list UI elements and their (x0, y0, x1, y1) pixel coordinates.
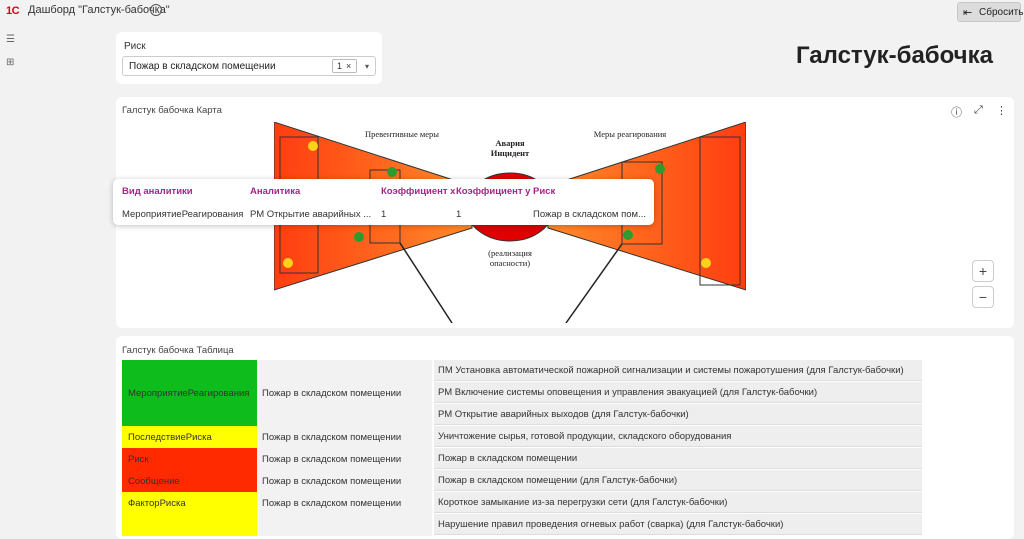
tooltip-value: РМ Открытие аварийных ... (250, 209, 372, 220)
risk-filter-label: Риск (124, 41, 146, 52)
risk-cell (257, 360, 432, 382)
category-cell: МероприятиеРеагирования (122, 382, 257, 426)
risk-cell: Пожар в складском помещении (257, 382, 432, 426)
yellow-marker[interactable] (308, 141, 318, 151)
page-title: Галстук-бабочка (796, 42, 993, 69)
category-cell: ФакторРиска (122, 492, 257, 536)
item-cell: Короткое замыкание из-за перегрузки сети… (434, 492, 922, 513)
category-cell: ПоследствиеРиска (122, 426, 257, 448)
risk-filter-card: Риск Пожар в складском помещении 1 × ▾ (116, 32, 382, 84)
table-row: ФакторРиска Пожар в складском помещении … (122, 492, 922, 536)
reset-button-label: Сбросить (979, 7, 1024, 18)
risk-cell: Пожар в складском помещении (257, 470, 432, 492)
item-cell: Пожар в складском помещении (434, 448, 922, 469)
green-marker[interactable] (623, 230, 633, 240)
reset-button[interactable]: ⇤ Сбросить (957, 2, 1024, 22)
selected-count-chip[interactable]: 1 × (332, 59, 357, 73)
clear-icon[interactable]: × (346, 61, 351, 71)
item-cell: РМ Включение системы оповещения и управл… (434, 382, 922, 403)
list-icon[interactable]: ☰ (6, 34, 15, 45)
tooltip-header: Аналитика (250, 186, 301, 197)
accident-label: Авария (495, 138, 525, 148)
realization-label: опасности) (490, 258, 530, 268)
tooltip-header: Риск (533, 186, 556, 197)
selected-count: 1 (337, 61, 343, 71)
green-marker[interactable] (387, 167, 397, 177)
table-row: МероприятиеРеагирования Пожар в складско… (122, 382, 922, 426)
app-logo: 1С (6, 5, 20, 17)
table-row: ПоследствиеРиска Пожар в складском помещ… (122, 426, 922, 448)
tooltip-header: Коэффициент y (456, 186, 531, 197)
green-marker[interactable] (354, 232, 364, 242)
tooltip-header: Коэффициент x (381, 186, 456, 197)
category-cell: Риск (122, 448, 257, 470)
expand-icon[interactable]: ⤢ (974, 104, 983, 117)
category-cell: Сообщение (122, 470, 257, 492)
item-cell: Уничтожение сырья, готовой продукции, ск… (434, 426, 922, 447)
yellow-marker[interactable] (283, 258, 293, 268)
risk-cell: Пожар в складском помещении (257, 448, 432, 470)
risk-select-value: Пожар в складском помещении (129, 61, 276, 72)
risk-cell: Пожар в складском помещении (257, 492, 432, 536)
response-label: Меры реагирования (594, 129, 667, 139)
marker-tooltip: Вид аналитики Аналитика Коэффициент x Ко… (113, 179, 654, 225)
yellow-marker[interactable] (701, 258, 711, 268)
bowtie-diagram: Превентивные меры Авария Инцидент Меры р… (273, 121, 747, 328)
risk-cell: Пожар в складском помещении (257, 426, 432, 448)
item-cell: ПМ Установка автоматической пожарной сиг… (434, 360, 922, 381)
item-cell: Нарушение правил проведения огневых рабо… (434, 514, 922, 535)
zoom-out-button[interactable]: − (972, 286, 994, 308)
bowtie-table-card: Галстук бабочка Таблица ПМ Установка авт… (116, 336, 1014, 539)
info-icon[interactable]: ⓘ (951, 104, 962, 120)
item-cell: Пожар в складском помещении (для Галстук… (434, 470, 922, 491)
map-title: Галстук бабочка Карта (122, 105, 222, 116)
green-marker[interactable] (655, 164, 665, 174)
tooltip-value: 1 (456, 209, 462, 220)
realization-label: (реализация (488, 248, 532, 258)
reset-arrow-icon: ⇤ (963, 7, 973, 19)
tooltip-header: Вид аналитики (122, 186, 193, 197)
app-title: Дашборд "Галстук-бабочка" (28, 4, 170, 16)
incident-label: Инцидент (491, 148, 530, 158)
risk-select[interactable]: Пожар в складском помещении 1 × ▾ (122, 56, 376, 76)
more-icon[interactable]: ⋮ (996, 104, 1007, 117)
tooltip-value: МероприятиеРеагирования (122, 209, 244, 220)
table-row: Сообщение Пожар в складском помещении По… (122, 470, 922, 492)
category-cell (122, 360, 257, 382)
info-icon[interactable]: i (150, 4, 162, 16)
top-bar: 1С Дашборд "Галстук-бабочка" i ⇤ Сбросит… (0, 0, 1024, 22)
chevron-down-icon[interactable]: ▾ (365, 62, 369, 71)
dashboard-icon[interactable]: ⊞ (6, 57, 14, 68)
preventive-label: Превентивные меры (365, 129, 439, 139)
tooltip-value: Пожар в складском пом... (533, 209, 646, 220)
table-row: ПМ Установка автоматической пожарной сиг… (122, 360, 922, 382)
item-cell: РМ Открытие аварийных выходов (для Галст… (434, 404, 922, 425)
tooltip-value: 1 (381, 209, 387, 220)
table-row: Риск Пожар в складском помещении Пожар в… (122, 448, 922, 470)
table-title: Галстук бабочка Таблица (122, 345, 234, 356)
zoom-in-button[interactable]: + (972, 260, 994, 282)
